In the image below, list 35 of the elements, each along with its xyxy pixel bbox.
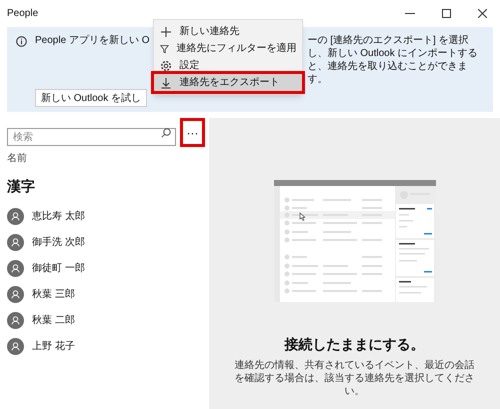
contact-name[interactable]: 秋葉 二郎 [32,312,75,328]
avatar-icon [7,260,24,276]
minimize-icon [405,13,415,14]
contact-name[interactable]: 御手洗 次郎 [32,234,85,250]
avatar-icon [7,286,24,302]
search-icon [161,128,171,138]
plus-icon [160,26,172,38]
menu-item[interactable]: 連絡先にフィルターを適用 [154,40,302,57]
settings-icon [160,60,172,72]
avatar-icon [7,312,24,328]
column-header: 名前 [7,152,27,166]
info-icon [16,36,27,47]
menu-item[interactable]: 新しい連絡先 [154,23,302,40]
banner-text: People アプリを新しい O [35,34,150,47]
avatar-icon [7,234,24,250]
window-title: People [7,7,38,21]
contact-name[interactable]: 秋葉 三郎 [32,286,75,302]
menu-item[interactable]: 連絡先をエクスポート [154,74,302,91]
empty-state-title: 接続したままにする。 [284,335,424,354]
contact-name[interactable]: 御徒町 一郎 [32,260,85,276]
maximize-icon [442,9,450,18]
avatar-icon [7,208,24,224]
filter-icon [160,42,170,54]
menu-item[interactable]: 設定 [154,57,302,74]
empty-state-description: 連絡先の情報、共有されているイベント、最近の会話を確認する場合は、該当する連絡先を選択してください。 [234,359,474,398]
banner-text: ーの [連絡先のエクスポート] を選択し、新しい Outlook にインポートすると、連絡先を取り込むことができます。 [307,34,479,86]
try-outlook-button[interactable]: 新しい Outlook を試し [35,89,148,107]
search-field[interactable]: 検索 [7,128,176,146]
avatar-icon [7,338,24,354]
more-button[interactable]: ··· [183,121,202,144]
download-icon [160,76,172,88]
contact-name[interactable]: 上野 花子 [32,338,75,354]
close-icon [478,9,486,18]
group-header: 漢字 [7,177,35,196]
contact-name[interactable]: 恵比寿 太郎 [32,208,85,224]
